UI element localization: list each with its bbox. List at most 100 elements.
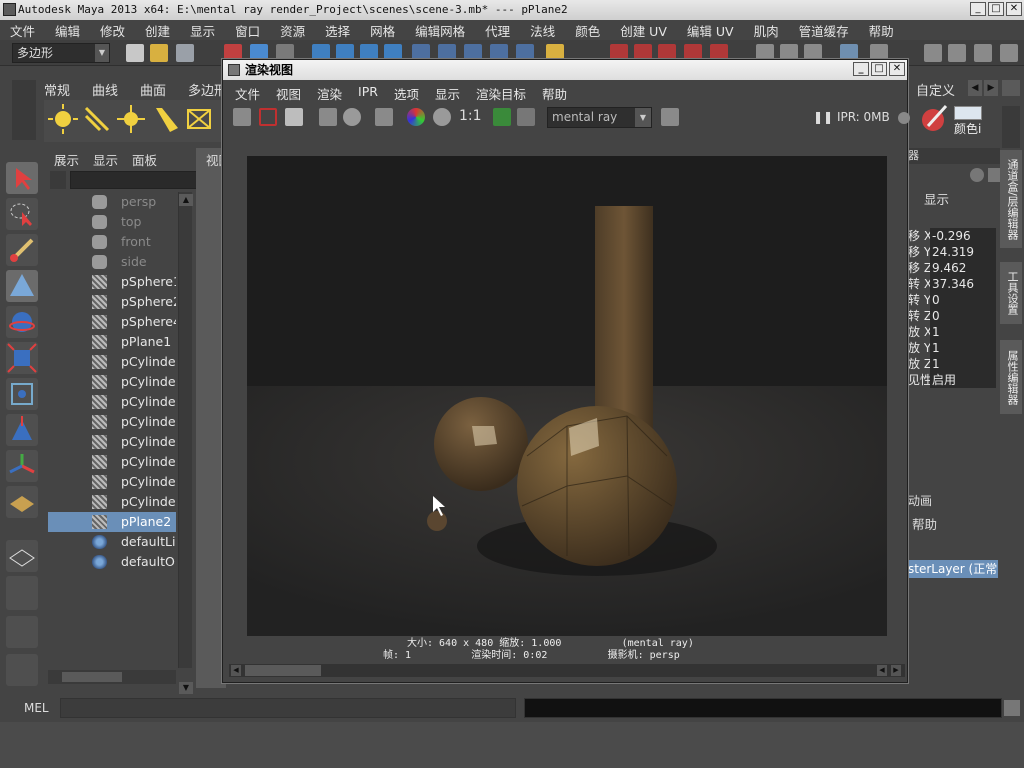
menu-set-dropdown[interactable]: 多边形 ▼ xyxy=(12,43,110,63)
open-scene-icon[interactable] xyxy=(150,44,168,62)
filter-icon[interactable] xyxy=(50,171,66,189)
channel-row[interactable]: 移 X -0.296 xyxy=(908,228,996,244)
color-swatch-icon[interactable] xyxy=(954,106,982,120)
channel-row[interactable]: 转 X 37.346 xyxy=(908,276,996,292)
shelf-tab-2[interactable]: 曲面 xyxy=(140,80,166,99)
menu-14[interactable]: 编辑 UV xyxy=(687,21,734,40)
real-size-button[interactable]: 1:1 xyxy=(459,108,482,124)
workspace-toggle-icon[interactable] xyxy=(1000,44,1018,62)
side-tab-attribute-editor[interactable]: 属性编辑器 xyxy=(1000,340,1022,414)
save-scene-icon[interactable] xyxy=(176,44,194,62)
menu-8[interactable]: 网格 xyxy=(370,21,395,40)
snapshot-icon[interactable] xyxy=(285,108,303,126)
soft-modification-tool[interactable] xyxy=(6,414,38,446)
menu-17[interactable]: 帮助 xyxy=(869,21,894,40)
refresh-ipr-icon[interactable] xyxy=(343,108,361,126)
render-view-horizontal-scrollbar[interactable]: ◀ ◀ ▶ xyxy=(229,664,905,677)
minimize-button[interactable]: _ xyxy=(970,2,986,16)
render-view-menu-0[interactable]: 文件 xyxy=(235,84,260,103)
show-manipulator-tool[interactable] xyxy=(6,450,38,482)
last-used-tool[interactable] xyxy=(6,486,38,518)
channel-row[interactable]: 移 Y 24.319 xyxy=(908,244,996,260)
ambient-light-icon[interactable] xyxy=(48,104,78,134)
outliner-item[interactable]: side xyxy=(48,252,176,272)
channel-box-tab-display[interactable]: 显示 xyxy=(908,190,1000,210)
outliner-item[interactable]: defaultLigl xyxy=(48,532,176,552)
outliner-menu-1[interactable]: 显示 xyxy=(93,150,118,169)
scale-tool[interactable] xyxy=(6,342,38,374)
shading-icon[interactable] xyxy=(970,168,984,182)
menu-3[interactable]: 创建 xyxy=(145,21,170,40)
menu-0[interactable]: 文件 xyxy=(10,21,35,40)
scroll-down-icon[interactable]: ▼ xyxy=(179,682,193,694)
render-settings-icon[interactable] xyxy=(375,108,393,126)
channel-box-toggle-icon[interactable] xyxy=(948,44,966,62)
outliner-item[interactable]: pSphere4 xyxy=(48,312,176,332)
scroll-thumb[interactable] xyxy=(62,672,122,682)
menu-5[interactable]: 窗口 xyxy=(235,21,260,40)
channel-value[interactable]: 启用 xyxy=(930,372,996,388)
lasso-tool[interactable] xyxy=(6,198,38,230)
scroll-up-icon[interactable]: ▲ xyxy=(179,194,193,206)
render-view-menu-1[interactable]: 视图 xyxy=(276,84,301,103)
universal-manipulator-tool[interactable] xyxy=(6,378,38,410)
scroll-left-icon[interactable]: ◀ xyxy=(877,665,887,676)
remove-image-icon[interactable] xyxy=(517,108,535,126)
menu-12[interactable]: 颜色 xyxy=(575,21,600,40)
channel-row[interactable]: 移 Z 9.462 xyxy=(908,260,996,276)
render-layer-row[interactable]: sterLayer (正常 xyxy=(908,560,998,578)
shelf-options-icon[interactable] xyxy=(1002,80,1020,96)
alpha-channel-icon[interactable] xyxy=(433,108,451,126)
ipr-redo-icon[interactable] xyxy=(319,108,337,126)
single-pane-layout-icon[interactable] xyxy=(6,540,38,572)
render-view-menu-2[interactable]: 渲染 xyxy=(317,84,342,103)
render-sequence-icon[interactable] xyxy=(661,108,679,126)
outliner-item[interactable]: pPlane2 xyxy=(48,512,176,532)
outliner-item[interactable]: pCylinder4 xyxy=(48,392,176,412)
menu-13[interactable]: 创建 UV xyxy=(620,21,667,40)
channel-value[interactable]: 1 xyxy=(930,324,996,340)
menu-6[interactable]: 资源 xyxy=(280,21,305,40)
point-light-icon[interactable] xyxy=(116,104,146,134)
outliner-item[interactable]: pCylinder2 xyxy=(48,352,176,372)
outliner-item[interactable]: pPlane1 xyxy=(48,332,176,352)
outliner-item[interactable]: pCylinder6 xyxy=(48,432,176,452)
channel-value[interactable]: 24.319 xyxy=(930,244,996,260)
menu-1[interactable]: 编辑 xyxy=(55,21,80,40)
render-view-menu-4[interactable]: 选项 xyxy=(394,84,419,103)
outliner-item[interactable]: pSphere1 xyxy=(48,272,176,292)
channel-row[interactable]: 放 Y1 xyxy=(908,340,996,356)
renderer-dropdown[interactable]: mental ray ▼ xyxy=(547,107,652,128)
outliner-item[interactable]: pCylinder3 xyxy=(48,372,176,392)
rgb-channels-icon[interactable] xyxy=(407,108,425,126)
command-input[interactable] xyxy=(60,698,516,718)
menu-2[interactable]: 修改 xyxy=(100,21,125,40)
render-view-maximize-button[interactable]: □ xyxy=(871,62,887,76)
render-region-icon[interactable] xyxy=(259,108,277,126)
area-light-icon[interactable] xyxy=(184,104,214,134)
menu-7[interactable]: 选择 xyxy=(325,21,350,40)
shelf-tab-0[interactable]: 常规 xyxy=(44,80,70,99)
side-tab-channel-box[interactable]: 通道盒/层编辑器 xyxy=(1000,150,1022,248)
render-view-menu-5[interactable]: 显示 xyxy=(435,84,460,103)
menu-11[interactable]: 法线 xyxy=(530,21,555,40)
quick-layout-icon[interactable] xyxy=(6,654,38,686)
outliner-item[interactable]: defaultObj xyxy=(48,552,176,572)
menu-9[interactable]: 编辑网格 xyxy=(415,21,465,40)
outliner-layout-icon[interactable] xyxy=(6,616,38,648)
new-scene-icon[interactable] xyxy=(126,44,144,62)
layer-menu-help[interactable]: 帮助 xyxy=(912,514,937,533)
menu-10[interactable]: 代理 xyxy=(485,21,510,40)
menu-16[interactable]: 管道缓存 xyxy=(799,21,849,40)
paint-select-tool[interactable] xyxy=(6,234,38,266)
render-view-menu-7[interactable]: 帮助 xyxy=(542,84,567,103)
outliner-horizontal-scrollbar[interactable] xyxy=(48,670,176,684)
channel-value[interactable]: 1 xyxy=(930,356,996,372)
rotate-tool[interactable] xyxy=(6,306,38,338)
scroll-right-icon[interactable]: ▶ xyxy=(891,665,901,676)
outliner-item[interactable]: front xyxy=(48,232,176,252)
outliner-item[interactable]: pCylinder5 xyxy=(48,412,176,432)
four-pane-layout-icon[interactable] xyxy=(6,576,38,610)
layer-editor-toggle-icon[interactable] xyxy=(974,44,992,62)
outliner-vertical-scrollbar[interactable]: ▲ ▼ xyxy=(178,192,193,694)
